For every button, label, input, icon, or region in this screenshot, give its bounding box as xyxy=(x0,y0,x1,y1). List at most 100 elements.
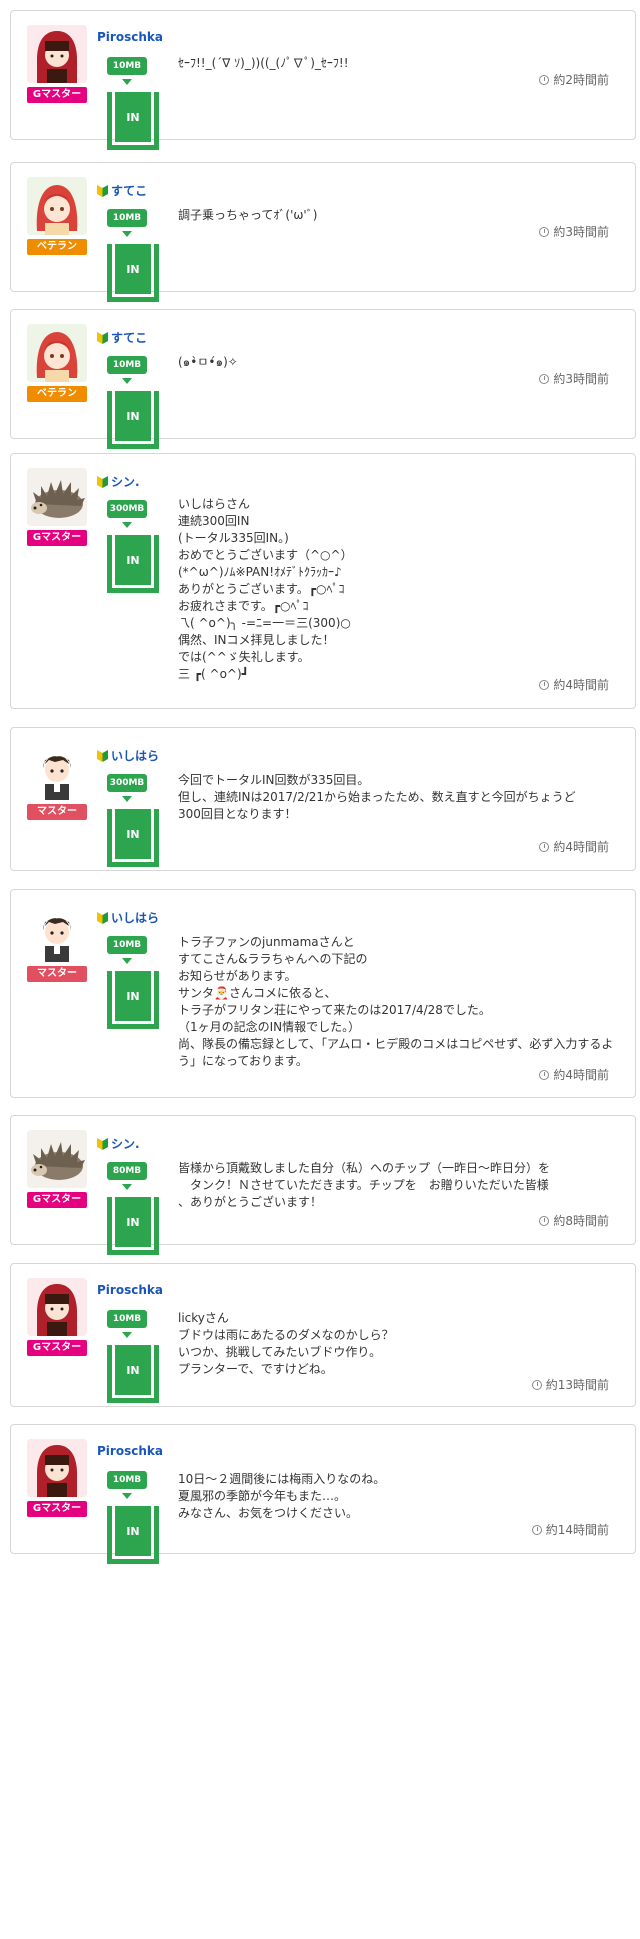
avatar-hedgehog[interactable] xyxy=(27,468,87,526)
clock-icon xyxy=(531,1524,542,1535)
clock-icon xyxy=(539,226,550,237)
time-text: 約14時間前 xyxy=(545,1523,609,1537)
post-message: (๑•̀ㅁ•́๑)✧ xyxy=(178,355,238,369)
time-text: 約3時間前 xyxy=(553,372,609,386)
username-text[interactable]: すてこ xyxy=(111,329,147,346)
in-tank: IN xyxy=(107,809,159,867)
post-message: lickyさん ブドウは雨にあたるのダメなのかしら？ いつか、挑戦してみたいブド… xyxy=(178,1311,394,1376)
post-card: Gマスター シン. 300MB IN いしはらさん 連続300回IN (トータル… xyxy=(10,453,636,709)
in-label: IN xyxy=(115,535,151,585)
username-link[interactable]: いしはら xyxy=(97,747,159,764)
time-text: 約4時間前 xyxy=(553,678,609,692)
username-text[interactable]: シン. xyxy=(111,1135,140,1152)
post-card: Gマスター Piroschka 10MB IN lickyさん ブドウは雨にあた… xyxy=(10,1263,636,1407)
beginner-leaf-icon xyxy=(97,911,108,924)
post-message: 皆様から頂戴致しました自分（私）へのチップ（一昨日〜昨日分）を タンク！Ｎさせて… xyxy=(178,1161,551,1209)
username-link[interactable]: シン. xyxy=(97,473,140,490)
username-text[interactable]: すてこ xyxy=(111,182,147,199)
clock-icon xyxy=(539,1215,550,1226)
post-time: 約4時間前 xyxy=(539,676,609,693)
post-time: 約4時間前 xyxy=(539,1066,609,1083)
username-link[interactable]: シン. xyxy=(97,1135,140,1152)
size-badge: 10MB xyxy=(107,356,147,374)
rank-badge: マスター xyxy=(27,966,87,982)
post-message: ｾｰﾌ!!_(´∇ ｿ)_))((_(ﾉﾟ∇ﾟ)_ｾｰﾌ!! xyxy=(178,56,349,70)
clock-icon xyxy=(539,1069,550,1080)
size-badge: 10MB xyxy=(107,209,147,227)
size-badge: 10MB xyxy=(107,936,147,954)
in-label: IN xyxy=(115,92,151,142)
beginner-leaf-icon xyxy=(97,749,108,762)
avatar-redhair-girl[interactable] xyxy=(27,324,87,382)
arrow-down-icon xyxy=(122,958,132,964)
in-tank: IN xyxy=(107,92,159,150)
post-time: 約4時間前 xyxy=(539,838,609,855)
rank-badge: ベテラン xyxy=(27,239,87,255)
post-time: 約2時間前 xyxy=(539,71,609,88)
username-text[interactable]: シン. xyxy=(111,473,140,490)
avatar-redhair-girl[interactable] xyxy=(27,177,87,235)
in-label: IN xyxy=(115,971,151,1021)
username-link[interactable]: Piroschka xyxy=(97,1444,163,1458)
time-text: 約4時間前 xyxy=(553,1068,609,1082)
username-text[interactable]: いしはら xyxy=(111,747,159,764)
clock-icon xyxy=(539,679,550,690)
time-text: 約8時間前 xyxy=(553,1214,609,1228)
rank-badge: Gマスター xyxy=(27,1192,87,1208)
username-text[interactable]: Piroschka xyxy=(97,1444,163,1458)
in-label: IN xyxy=(115,809,151,859)
avatar-hedgehog[interactable] xyxy=(27,1130,87,1188)
post-time: 約3時間前 xyxy=(539,223,609,240)
arrow-down-icon xyxy=(122,522,132,528)
beginner-leaf-icon xyxy=(97,1137,108,1150)
size-badge: 10MB xyxy=(107,57,147,75)
size-badge: 80MB xyxy=(107,1162,147,1180)
rank-badge: Gマスター xyxy=(27,87,87,103)
post-time: 約8時間前 xyxy=(539,1212,609,1229)
clock-icon xyxy=(539,74,550,85)
post-message: 今回でトータルIN回数が335回目。 但し、連続INは2017/2/21から始ま… xyxy=(178,773,576,821)
post-card: ベテラン すてこ 10MB IN (๑•̀ㅁ•́๑)✧ 約3時間前 xyxy=(10,309,636,449)
username-text[interactable]: いしはら xyxy=(111,909,159,926)
arrow-down-icon xyxy=(122,231,132,237)
username-text[interactable]: Piroschka xyxy=(97,1283,163,1297)
time-text: 約13時間前 xyxy=(545,1378,609,1392)
post-time: 約3時間前 xyxy=(539,370,609,387)
username-link[interactable]: Piroschka xyxy=(97,30,163,44)
in-tank: IN xyxy=(107,971,159,1029)
beginner-leaf-icon xyxy=(97,475,108,488)
time-text: 約4時間前 xyxy=(553,840,609,854)
in-tank: IN xyxy=(107,535,159,593)
rank-badge: Gマスター xyxy=(27,1501,87,1517)
time-text: 約3時間前 xyxy=(553,225,609,239)
size-badge: 10MB xyxy=(107,1471,147,1489)
in-tank: IN xyxy=(107,1345,159,1403)
username-link[interactable]: すてこ xyxy=(97,329,147,346)
time-text: 約2時間前 xyxy=(553,73,609,87)
arrow-down-icon xyxy=(122,1332,132,1338)
clock-icon xyxy=(539,841,550,852)
size-badge: 10MB xyxy=(107,1310,147,1328)
size-badge: 300MB xyxy=(107,500,147,518)
avatar-boy[interactable] xyxy=(27,742,87,800)
username-link[interactable]: いしはら xyxy=(97,909,159,926)
post-card: Gマスター Piroschka 10MB IN ｾｰﾌ!!_(´∇ ｿ)_))(… xyxy=(10,10,636,150)
avatar-hood-girl[interactable] xyxy=(27,1278,87,1336)
username-text[interactable]: Piroschka xyxy=(97,30,163,44)
post-message: 調子乗っちゃってｵﾞ('ω'ﾞ) xyxy=(178,208,318,222)
size-badge: 300MB xyxy=(107,774,147,792)
username-link[interactable]: すてこ xyxy=(97,182,147,199)
avatar-hood-girl[interactable] xyxy=(27,1439,87,1497)
in-label: IN xyxy=(115,244,151,294)
in-label: IN xyxy=(115,1197,151,1247)
avatar-boy[interactable] xyxy=(27,904,87,962)
rank-badge: Gマスター xyxy=(27,1340,87,1356)
post-card: ベテラン すてこ 10MB IN 調子乗っちゃってｵﾞ('ω'ﾞ) 約3時間前 xyxy=(10,162,636,302)
clock-icon xyxy=(539,373,550,384)
in-tank: IN xyxy=(107,391,159,449)
beginner-leaf-icon xyxy=(97,184,108,197)
username-link[interactable]: Piroschka xyxy=(97,1283,163,1297)
arrow-down-icon xyxy=(122,378,132,384)
avatar-hood-girl[interactable] xyxy=(27,25,87,83)
rank-badge: マスター xyxy=(27,804,87,820)
